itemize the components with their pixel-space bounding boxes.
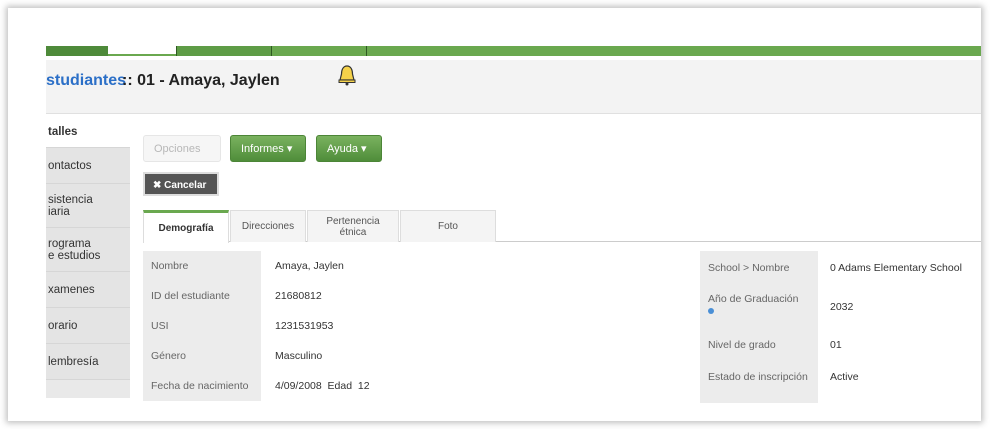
- field-value: 1231531953: [275, 320, 334, 332]
- top-nav-divider: [366, 46, 367, 56]
- field-label-graduacion: Año de Graduación: [700, 285, 818, 329]
- tab-pertenencia-etnica[interactable]: Pertenencia étnica: [307, 210, 399, 242]
- top-nav-segment[interactable]: [176, 46, 271, 56]
- sidebar-item-contactos[interactable]: ontactos: [46, 148, 130, 184]
- tab-direcciones[interactable]: Direcciones: [230, 210, 306, 242]
- informes-button[interactable]: Informes ▾: [230, 135, 306, 162]
- sidebar-item-asistencia-diaria[interactable]: sistencia iaria: [46, 184, 130, 228]
- field-label: Fecha de nacimiento: [143, 371, 261, 401]
- tab-demografia[interactable]: Demografía: [143, 210, 229, 243]
- ayuda-button[interactable]: Ayuda ▾: [316, 135, 382, 162]
- student-sidebar: talles ontactos sistencia iaria rograma …: [46, 116, 130, 398]
- field-value: Amaya, Jaylen: [275, 260, 344, 272]
- field-label: Nombre: [143, 251, 261, 281]
- info-icon[interactable]: [708, 308, 714, 314]
- field-label: Año de Graduación: [708, 293, 799, 305]
- tab-bar: Demografía Direcciones Pertenencia étnic…: [143, 210, 981, 243]
- field-label: Estado de inscripción: [700, 361, 818, 393]
- sidebar-item-detalles[interactable]: talles: [46, 116, 130, 148]
- bell-icon[interactable]: [336, 64, 358, 86]
- page-title: :: 01 - Amaya, Jaylen: [122, 72, 280, 89]
- field-value: 21680812: [275, 290, 322, 302]
- sidebar-item-membresia[interactable]: lembresía: [46, 344, 130, 380]
- breadcrumb-students-link[interactable]: studiantes: [46, 72, 126, 90]
- top-nav-bar: [46, 46, 981, 56]
- cancel-button[interactable]: ✖ Cancelar: [143, 172, 219, 196]
- field-value: Masculino: [275, 350, 323, 362]
- top-nav-segment[interactable]: [46, 46, 108, 56]
- sidebar-item-label: sistencia iaria: [48, 193, 93, 218]
- field-label: Género: [143, 341, 261, 371]
- field-value: 2032: [830, 301, 854, 313]
- sidebar-item-examenes[interactable]: xamenes: [46, 272, 130, 308]
- sidebar-item-label: orario: [48, 319, 78, 332]
- field-label: Nivel de grado: [700, 329, 818, 361]
- sidebar-item-label: xamenes: [48, 283, 95, 296]
- field-value: 0 Adams Elementary School: [830, 262, 962, 274]
- tab-foto[interactable]: Foto: [400, 210, 496, 242]
- sidebar-item-programa-estudios[interactable]: rograma e estudios: [46, 228, 130, 272]
- field-label: ID del estudiante: [143, 281, 261, 311]
- page-title-bar: studiantes :: 01 - Amaya, Jaylen: [46, 60, 981, 114]
- sidebar-item-label: rograma e estudios: [48, 237, 101, 262]
- field-label: USI: [143, 311, 261, 341]
- top-nav-divider: [271, 46, 272, 56]
- top-nav-segment-active[interactable]: [108, 46, 176, 56]
- field-value: Active: [830, 371, 859, 383]
- app-window: studiantes :: 01 - Amaya, Jaylen talles …: [8, 8, 981, 421]
- sidebar-item-label: lembresía: [48, 355, 99, 368]
- field-value: 01: [830, 339, 842, 351]
- field-label: School > Nombre: [700, 251, 818, 285]
- opciones-button[interactable]: Opciones: [143, 135, 221, 162]
- field-label-cutoff: [700, 393, 818, 403]
- sidebar-item-label: ontactos: [48, 159, 92, 172]
- sidebar-item-label: talles: [48, 125, 78, 138]
- top-nav-divider: [176, 46, 177, 56]
- sidebar-item-horario[interactable]: orario: [46, 308, 130, 344]
- field-value: 4/09/2008 Edad 12: [275, 380, 370, 392]
- demographics-panel: Nombre Amaya, Jaylen ID del estudiante 2…: [143, 251, 981, 403]
